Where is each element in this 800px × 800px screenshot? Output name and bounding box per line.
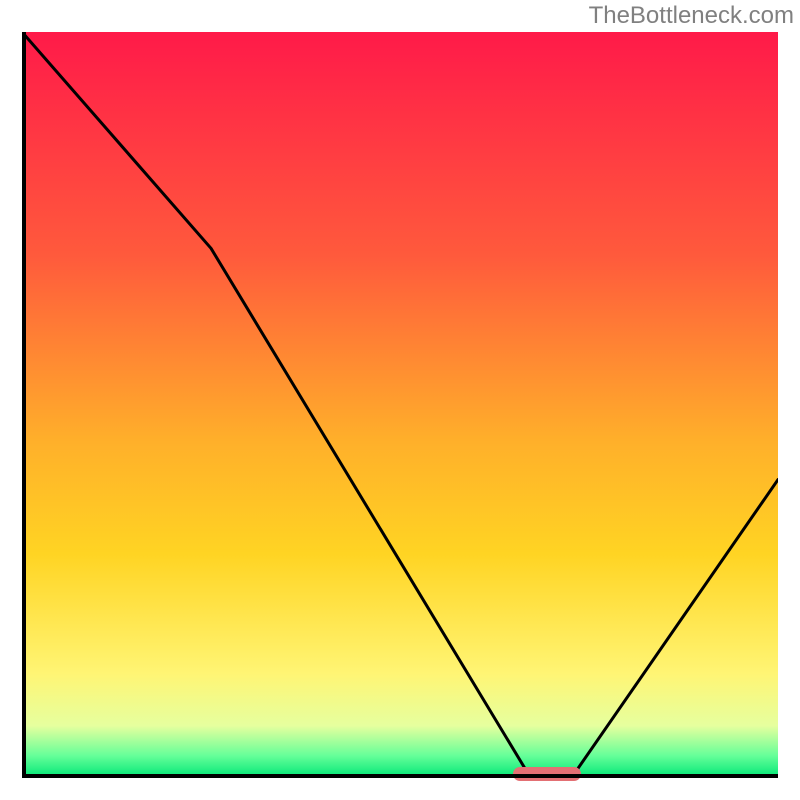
chart-container: TheBottleneck.com <box>0 0 800 800</box>
chart-gradient-background <box>22 32 778 778</box>
watermark-text: TheBottleneck.com <box>589 2 794 30</box>
